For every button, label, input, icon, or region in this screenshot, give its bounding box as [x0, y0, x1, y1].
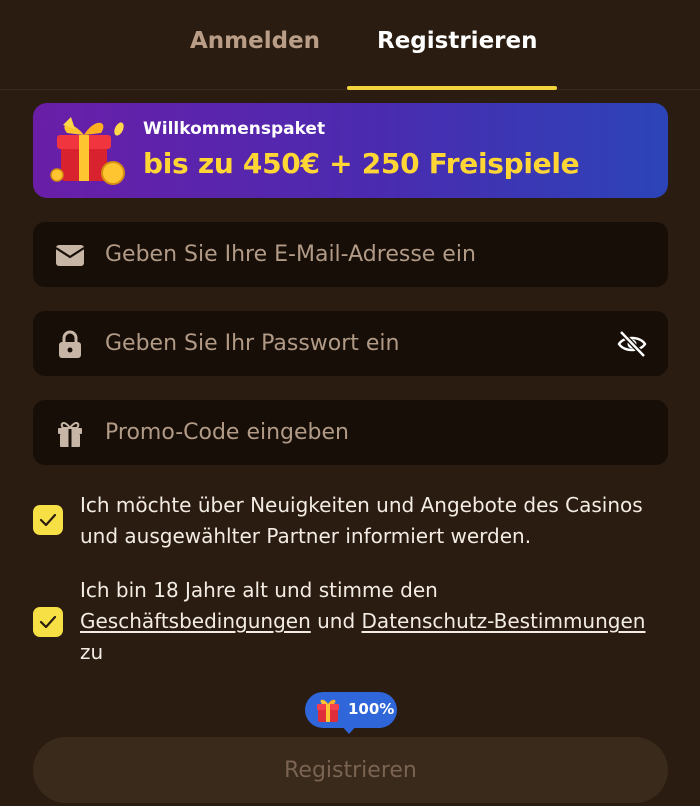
terms-suffix: zu: [80, 640, 104, 664]
gift-icon: [317, 699, 339, 722]
badge-pointer: [340, 724, 358, 734]
checkmark-icon: [39, 513, 57, 527]
tab-login[interactable]: Anmelden: [190, 28, 320, 54]
promo-code-field: [33, 400, 668, 465]
terms-prefix: Ich bin 18 Jahre alt und stimme den: [80, 578, 438, 602]
checkmark-icon: [39, 615, 57, 629]
envelope-icon: [55, 245, 85, 266]
password-input[interactable]: [105, 321, 605, 366]
email-field: [33, 222, 668, 287]
banner-subtitle: Willkommenspaket: [143, 119, 326, 139]
newsletter-checkbox[interactable]: [33, 505, 63, 535]
password-field: [33, 311, 668, 376]
terms-consent-text: Ich bin 18 Jahre alt und stimme den Gesch…: [80, 575, 670, 668]
gift-box-coins-icon: [50, 117, 125, 185]
gift-icon: [58, 422, 82, 447]
register-submit-button[interactable]: Registrieren: [33, 737, 668, 803]
welcome-bonus-banner: Willkommenspaket bis zu 450€ + 250 Freis…: [33, 103, 668, 198]
bonus-percent: 100%: [348, 700, 395, 718]
active-tab-indicator: [347, 86, 557, 90]
newsletter-consent-text: Ich möchte über Neuigkeiten und Angebote…: [80, 493, 643, 548]
promo-code-input[interactable]: [105, 410, 605, 455]
tab-register[interactable]: Registrieren: [377, 28, 537, 54]
lock-icon: [59, 330, 81, 358]
terms-checkbox[interactable]: [33, 607, 63, 637]
privacy-link[interactable]: Datenschutz-Bestimmungen: [362, 609, 646, 633]
auth-tabs: Anmelden Registrieren: [0, 0, 700, 90]
email-input[interactable]: [105, 232, 605, 277]
terms-and: und: [317, 609, 356, 633]
banner-title: bis zu 450€ + 250 Freispiele: [143, 147, 580, 180]
eye-slash-icon[interactable]: [616, 328, 648, 360]
terms-link[interactable]: Geschäftsbedingungen: [80, 609, 311, 633]
bonus-progress-badge: 100%: [305, 692, 397, 728]
